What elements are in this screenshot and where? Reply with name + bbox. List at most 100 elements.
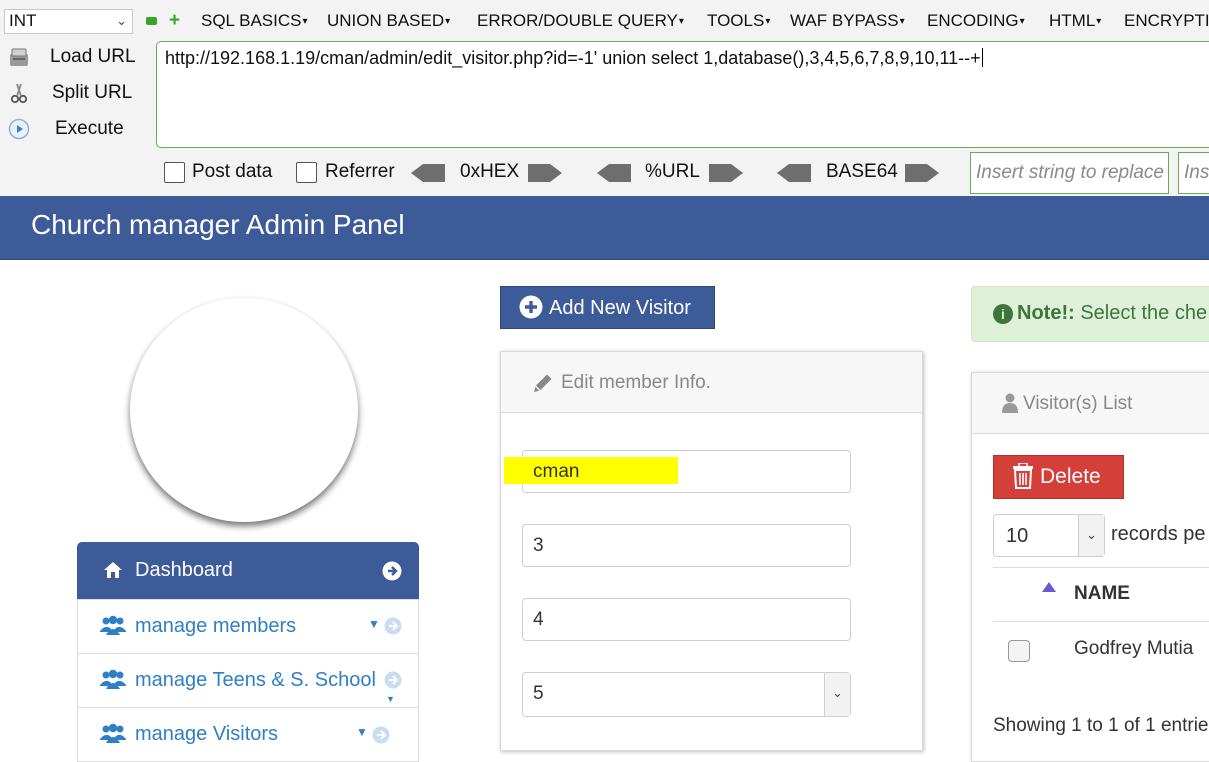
caret-down-icon: ▼ bbox=[386, 694, 395, 704]
caret-down-icon: ▾ bbox=[302, 16, 308, 27]
menu-label: WAF BYPASS bbox=[790, 11, 899, 30]
menu-label: SQL BASICS bbox=[201, 11, 302, 30]
encode-left-arrow-icon[interactable] bbox=[411, 164, 445, 182]
url-text: http://192.168.1.19/cman/admin/edit_visi… bbox=[165, 48, 981, 68]
sidebar-item-label: manage Teens & S. School bbox=[135, 669, 376, 691]
user-icon bbox=[1002, 393, 1018, 413]
visitor-list-panel: Visitor(s) List Delete 10 ⌄ records pe N… bbox=[971, 372, 1209, 762]
sidebar-item-manage-members[interactable]: manage members ▼ bbox=[77, 599, 419, 654]
caret-down-icon: ▼ bbox=[368, 617, 380, 631]
add-new-visitor-button[interactable]: Add New Visitor bbox=[500, 286, 715, 329]
menu-waf-bypass[interactable]: WAF BYPASS▾ bbox=[790, 11, 905, 31]
caret-down-icon: ▾ bbox=[765, 16, 771, 27]
records-per-page-select[interactable]: 10 ⌄ bbox=[993, 514, 1105, 557]
post-data-checkbox[interactable] bbox=[164, 162, 185, 183]
visitor-select-field[interactable]: 5 ⌄ bbox=[522, 672, 851, 717]
replace-string-input[interactable]: Insert string to replace bbox=[970, 152, 1169, 194]
visitor-list-title: Visitor(s) List bbox=[1023, 393, 1133, 414]
chevron-down-icon[interactable]: ⌄ bbox=[824, 673, 850, 716]
menu-encryption[interactable]: ENCRYPTI bbox=[1124, 11, 1209, 31]
encode-left-arrow-icon[interactable] bbox=[597, 164, 631, 182]
menu-label: TOOLS bbox=[707, 11, 765, 30]
records-per-page-label: records pe bbox=[1111, 523, 1206, 545]
hex-encoder-label: 0xHEX bbox=[460, 161, 520, 182]
sidebar-item-dashboard[interactable]: Dashboard bbox=[77, 542, 419, 599]
scissors-icon bbox=[10, 83, 28, 104]
base64-encoder-label: BASE64 bbox=[826, 161, 898, 182]
visitor-list-header: Visitor(s) List bbox=[972, 373, 1209, 434]
menu-label: UNION BASED bbox=[327, 11, 445, 30]
field-value: 4 bbox=[533, 609, 544, 630]
sidebar-item-manage-visitors[interactable]: manage Visitors ▼ bbox=[77, 707, 419, 762]
menu-sql-basics[interactable]: SQL BASICS▾ bbox=[201, 11, 308, 31]
field-value: cman bbox=[533, 461, 580, 482]
users-icon bbox=[100, 723, 126, 743]
records-per-page-value: 10 bbox=[1006, 525, 1029, 547]
encode-right-arrow-icon[interactable] bbox=[709, 164, 743, 182]
sidebar: Dashboard manage members ▼ manage Teens … bbox=[77, 542, 419, 762]
menu-label: ENCODING bbox=[927, 11, 1019, 30]
load-url-icon bbox=[10, 48, 28, 66]
execute-button[interactable]: Execute bbox=[0, 114, 150, 144]
referrer-checkbox[interactable] bbox=[296, 162, 317, 183]
row-checkbox[interactable] bbox=[1008, 640, 1030, 662]
menu-label: ENCRYPTI bbox=[1124, 11, 1209, 30]
caret-down-icon: ▾ bbox=[1019, 16, 1025, 27]
menu-tools[interactable]: TOOLS▾ bbox=[707, 11, 770, 31]
menu-union-based[interactable]: UNION BASED▾ bbox=[327, 11, 450, 31]
plus-circle-icon bbox=[519, 295, 543, 319]
menu-error-double-query[interactable]: ERROR/DOUBLE QUERY▾ bbox=[477, 11, 684, 31]
encode-left-arrow-icon[interactable] bbox=[777, 164, 811, 182]
caret-down-icon: ▾ bbox=[1096, 16, 1102, 27]
split-url-button[interactable]: Split URL bbox=[0, 78, 150, 108]
text-highlight bbox=[504, 457, 678, 484]
url-encoder-label: %URL bbox=[645, 161, 700, 182]
page-title: Church manager Admin Panel bbox=[31, 209, 405, 240]
menu-html[interactable]: HTML▾ bbox=[1049, 11, 1101, 31]
edit-member-panel: Edit member Info. cman 3 4 5 ⌄ bbox=[500, 351, 923, 751]
visitor-field-3[interactable]: 4 bbox=[522, 598, 851, 641]
note-alert: i Note!: Select the che bbox=[971, 286, 1209, 342]
note-label: Note!: bbox=[1017, 302, 1075, 324]
add-new-visitor-label: Add New Visitor bbox=[549, 297, 691, 319]
url-textarea[interactable]: http://192.168.1.19/cman/admin/edit_visi… bbox=[156, 41, 1209, 148]
load-url-label: Load URL bbox=[50, 46, 136, 67]
trash-icon bbox=[1013, 463, 1033, 489]
sidebar-item-manage-teens[interactable]: manage Teens & S. School ▼ bbox=[77, 653, 419, 708]
plus-icon[interactable]: + bbox=[169, 11, 180, 31]
arrow-right-circle-icon bbox=[384, 671, 402, 689]
delete-button[interactable]: Delete bbox=[993, 455, 1124, 499]
caret-down-icon: ▾ bbox=[678, 16, 684, 27]
caret-down-icon: ▾ bbox=[899, 16, 905, 27]
menu-encoding[interactable]: ENCODING▾ bbox=[927, 11, 1025, 31]
chevron-down-icon[interactable]: ⌄ bbox=[1078, 515, 1104, 556]
menu-label: HTML bbox=[1049, 11, 1096, 30]
home-icon bbox=[104, 562, 122, 578]
encode-right-arrow-icon[interactable] bbox=[528, 164, 562, 182]
column-header-name[interactable]: NAME bbox=[1074, 583, 1130, 605]
visitor-field-1[interactable]: cman bbox=[504, 450, 851, 493]
arrow-right-circle-icon bbox=[384, 617, 402, 635]
visitor-field-2[interactable]: 3 bbox=[522, 524, 851, 567]
note-text: Select the che bbox=[1074, 302, 1208, 324]
edit-member-panel-header: Edit member Info. bbox=[501, 352, 922, 413]
injection-type-select[interactable]: INT ⌄ bbox=[4, 9, 133, 34]
minus-icon[interactable] bbox=[146, 17, 157, 25]
app-header: Church manager Admin Panel bbox=[0, 196, 1209, 260]
field-value: 3 bbox=[533, 535, 544, 556]
load-url-button[interactable]: Load URL bbox=[0, 42, 150, 72]
sidebar-item-label: manage members bbox=[135, 615, 297, 637]
hackbar-toolbar: INT ⌄ + SQL BASICS▾ UNION BASED▾ ERROR/D… bbox=[0, 0, 1209, 196]
text-cursor bbox=[981, 48, 983, 67]
table-info-text: Showing 1 to 1 of 1 entrie bbox=[993, 715, 1209, 736]
replace-with-input[interactable]: Ins bbox=[1178, 152, 1209, 194]
sort-ascending-icon[interactable] bbox=[1042, 582, 1056, 592]
encode-right-arrow-icon[interactable] bbox=[905, 164, 939, 182]
post-data-label: Post data bbox=[192, 161, 273, 182]
delete-label: Delete bbox=[1040, 465, 1101, 488]
split-url-label: Split URL bbox=[52, 82, 133, 103]
users-icon bbox=[100, 669, 126, 689]
users-icon bbox=[100, 615, 126, 635]
caret-down-icon: ▾ bbox=[445, 16, 451, 27]
info-icon: i bbox=[993, 304, 1013, 324]
